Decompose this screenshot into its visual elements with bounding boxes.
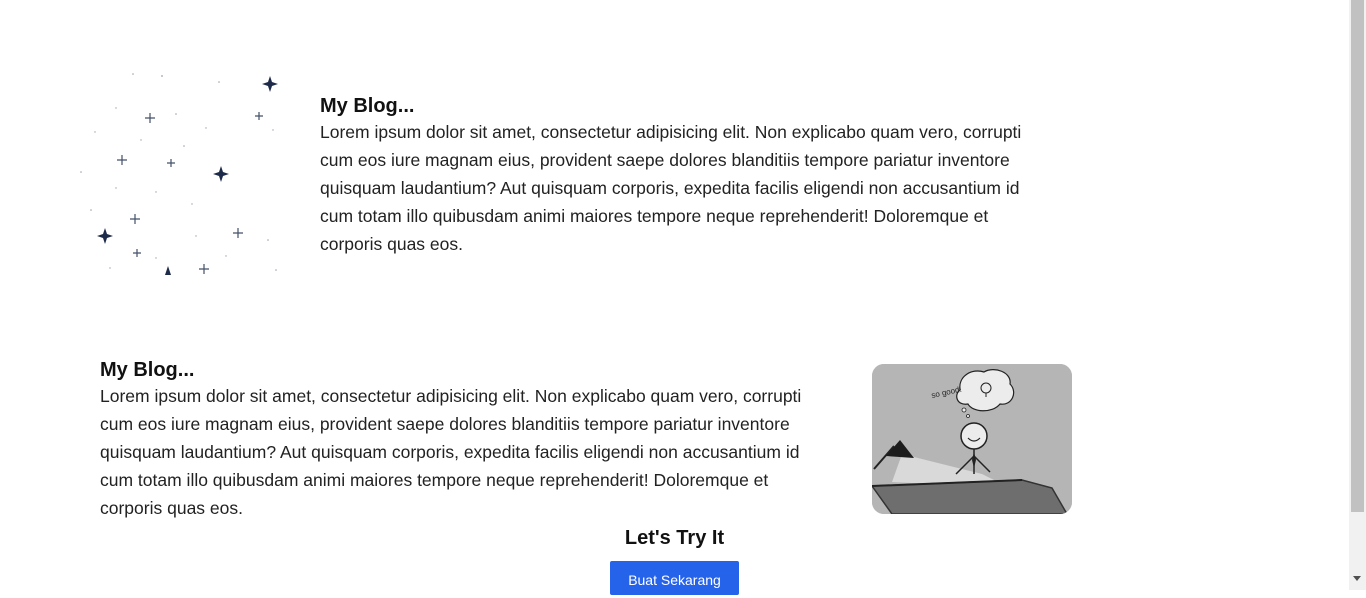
blog-title: My Blog... (320, 95, 415, 117)
idea-illustration: so good! (872, 364, 1072, 514)
blog-post-top: My Blog... Lorem ipsum dolor sit amet, c… (320, 94, 1050, 258)
person-at-desk-icon: so good! (872, 364, 1072, 514)
scroll-down-arrow-icon[interactable] (1353, 576, 1361, 581)
vertical-scrollbar[interactable] (1349, 0, 1366, 590)
scrollbar-thumb[interactable] (1351, 0, 1364, 512)
sparkles-illustration (78, 70, 283, 280)
page: My Blog... Lorem ipsum dolor sit amet, c… (0, 0, 1349, 595)
cta-title: Let's Try It (624, 527, 725, 549)
blog-post-bottom: My Blog... Lorem ipsum dolor sit amet, c… (100, 358, 830, 522)
sparkles-icon (80, 73, 278, 275)
blog-title: My Blog... (100, 359, 195, 381)
blog-body: Lorem ipsum dolor sit amet, consectetur … (100, 386, 802, 518)
blog-body: Lorem ipsum dolor sit amet, consectetur … (320, 122, 1022, 254)
